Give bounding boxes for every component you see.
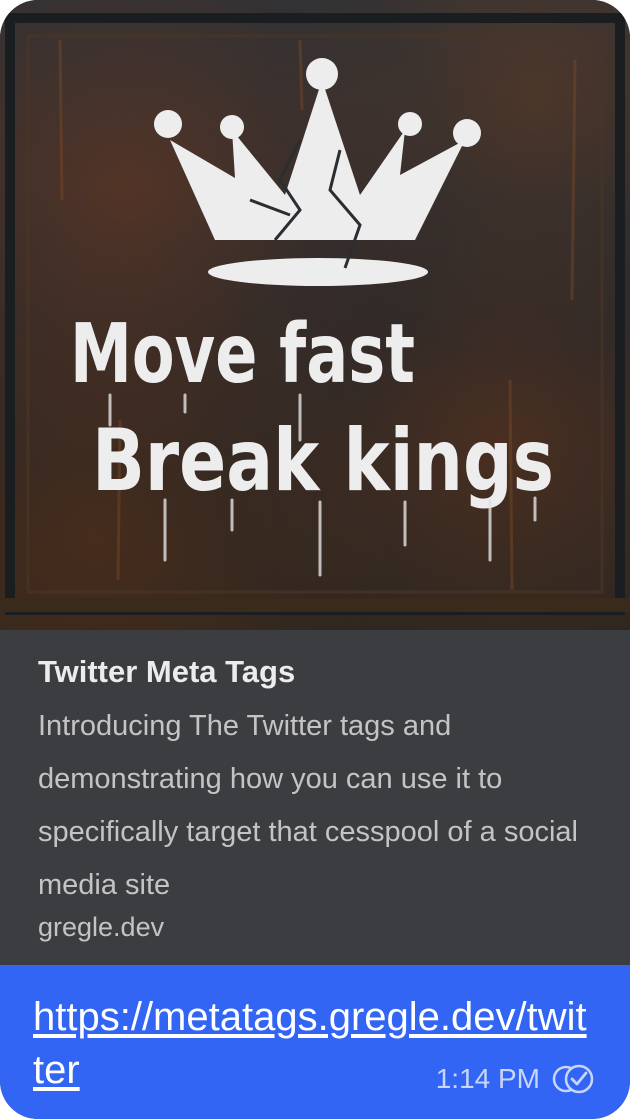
preview-description: Introducing The Twitter tags and demonst…: [38, 710, 578, 901]
message-body: https://metatags.gregle.dev/twitter 1:14…: [0, 965, 630, 1119]
message-bubble[interactable]: Move fast Break kings Twitter Meta Tags …: [0, 0, 630, 1119]
crown-graffiti-image: Move fast Break kings: [0, 13, 630, 615]
graffiti-line-1: Move fast: [70, 307, 415, 402]
message-meta: 1:14 PM: [436, 1061, 598, 1097]
link-preview-image[interactable]: Move fast Break kings: [0, 0, 630, 630]
preview-title: Twitter Meta Tags: [38, 654, 296, 689]
read-check-icon: [552, 1064, 594, 1094]
graffiti-line-2: Break kings: [92, 411, 554, 511]
message-timestamp: 1:14 PM: [435, 1063, 540, 1094]
preview-domain: gregle.dev: [38, 912, 165, 942]
